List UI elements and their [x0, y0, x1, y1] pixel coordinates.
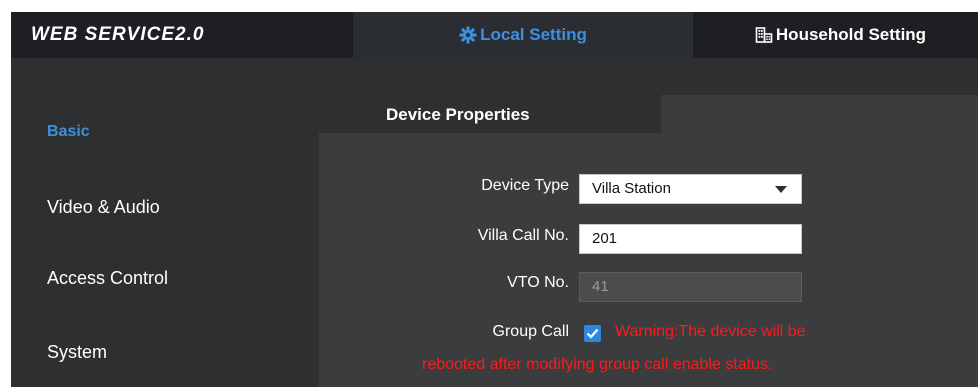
sidebar-item-basic[interactable]: Basic	[47, 123, 90, 141]
tab-device-properties-label: Device Properties	[386, 105, 530, 124]
tab-device-properties[interactable]: Device Properties	[319, 95, 661, 133]
vto-no-label: VTO No.	[507, 274, 569, 291]
group-call-warning-line1: Warning:The device will be	[615, 323, 806, 340]
sidebar-item-system[interactable]: System	[47, 342, 107, 363]
group-call-label: Group Call	[492, 323, 569, 340]
sidebar-item-video-audio[interactable]: Video & Audio	[47, 197, 160, 218]
sidebar-item-access-control[interactable]: Access Control	[47, 268, 168, 289]
device-properties-form: Device Type Villa Station Villa Call No.…	[319, 133, 978, 387]
main-area: Basic Video & Audio Access Control Syste…	[11, 58, 978, 387]
tab-household-setting-label: Household Setting	[775, 25, 927, 44]
tab-local-setting[interactable]: Local Setting	[353, 12, 693, 58]
device-type-value: Villa Station	[592, 180, 671, 197]
villa-call-no-input[interactable]: 201	[579, 224, 802, 254]
app-logo: WEB SERVICE2.0	[31, 24, 205, 45]
vto-no-input: 41	[579, 272, 802, 302]
device-type-label: Device Type	[481, 177, 569, 194]
tab-local-setting-label: Local Setting	[480, 25, 587, 44]
villa-call-no-label: Villa Call No.	[477, 227, 569, 244]
gear-icon	[459, 26, 477, 44]
top-bar: WEB SERVICE2.0 Local Setting Household S…	[11, 12, 978, 58]
group-call-warning-line2: rebooted after modifying group call enab…	[422, 356, 773, 373]
chevron-down-icon	[775, 186, 787, 193]
building-icon	[755, 26, 773, 44]
check-icon	[586, 328, 599, 339]
group-call-checkbox[interactable]	[584, 325, 601, 342]
tab-household-setting[interactable]: Household Setting	[703, 12, 978, 58]
device-type-select[interactable]: Villa Station	[579, 174, 802, 204]
